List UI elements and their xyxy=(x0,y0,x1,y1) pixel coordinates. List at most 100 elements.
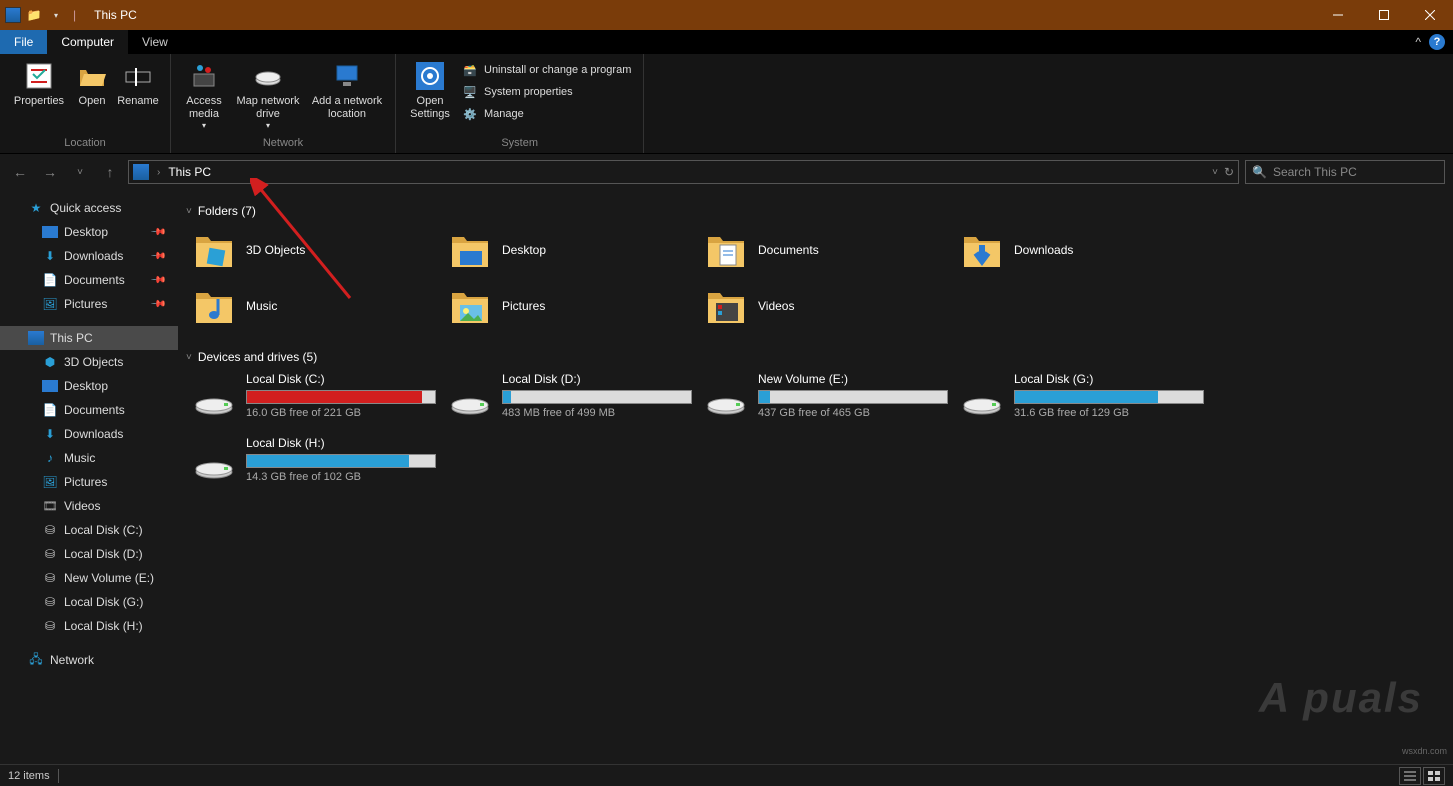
folder-item[interactable]: 3D Objects xyxy=(194,226,450,274)
add-network-location-button[interactable]: Add a network location xyxy=(307,58,387,123)
sidebar-item[interactable]: Desktop xyxy=(0,374,178,398)
this-pc-node[interactable]: This PC xyxy=(0,326,178,350)
open-button[interactable]: Open xyxy=(72,58,112,110)
details-view-button[interactable] xyxy=(1399,767,1421,785)
open-label: Open xyxy=(79,95,106,108)
drive-icon xyxy=(194,382,234,422)
media-icon xyxy=(188,60,220,92)
drive-usage-bar xyxy=(246,454,436,468)
drive-name: New Volume (E:) xyxy=(758,372,948,386)
rename-button[interactable]: Rename xyxy=(114,58,162,110)
drive-item[interactable]: New Volume (E:) 437 GB free of 465 GB xyxy=(706,372,962,428)
drive-item[interactable]: Local Disk (C:) 16.0 GB free of 221 GB xyxy=(194,372,450,428)
qat-dropdown-icon[interactable]: ▾ xyxy=(47,6,65,24)
maximize-button[interactable] xyxy=(1361,0,1407,30)
up-button[interactable]: ↑ xyxy=(98,160,122,184)
folders-group-header[interactable]: ˅Folders (7) xyxy=(182,200,1453,226)
folder-item[interactable]: Downloads xyxy=(962,226,1218,274)
sidebar-item[interactable]: ⛁Local Disk (H:) xyxy=(0,614,178,638)
sidebar-item[interactable]: 📄Documents📌 xyxy=(0,268,178,292)
file-menu[interactable]: File xyxy=(0,30,47,54)
folder-item[interactable]: Pictures xyxy=(450,282,706,330)
tree-label: Downloads xyxy=(64,249,123,263)
drive-item[interactable]: Local Disk (H:) 14.3 GB free of 102 GB xyxy=(194,436,450,492)
map-drive-icon xyxy=(252,60,284,92)
collapse-ribbon-icon[interactable]: ^ xyxy=(1415,35,1421,49)
computer-tab[interactable]: Computer xyxy=(47,30,128,54)
manage-icon: ⚙️ xyxy=(462,106,478,122)
tree-icon: ⛁ xyxy=(42,594,58,610)
open-settings-label: Open Settings xyxy=(406,95,454,121)
tree-icon: 🎞 xyxy=(42,498,58,514)
map-drive-button[interactable]: Map network drive▾ xyxy=(231,58,305,133)
drive-free-text: 14.3 GB free of 102 GB xyxy=(246,471,436,483)
tree-icon: ⛁ xyxy=(42,570,58,586)
sidebar-item[interactable]: ⛁ New Volume (E:) xyxy=(0,566,178,590)
forward-button[interactable]: → xyxy=(38,160,62,184)
folder-label: Documents xyxy=(758,243,819,257)
drive-icon xyxy=(194,446,234,486)
star-icon: ★ xyxy=(28,200,44,216)
back-button[interactable]: ← xyxy=(8,160,32,184)
sidebar-item[interactable]: Desktop📌 xyxy=(0,220,178,244)
thumbnails-view-button[interactable] xyxy=(1423,767,1445,785)
sidebar-item[interactable]: 🖼Pictures📌 xyxy=(0,292,178,316)
this-pc-label: This PC xyxy=(50,331,93,345)
folder-item[interactable]: Documents xyxy=(706,226,962,274)
sidebar-item[interactable]: ⛁Local Disk (G:) xyxy=(0,590,178,614)
quick-access-node[interactable]: ★Quick access xyxy=(0,196,178,220)
help-icon[interactable]: ? xyxy=(1429,34,1445,50)
address-bar[interactable]: › This PC ˅ ↻ xyxy=(128,160,1239,184)
folder-item[interactable]: Music xyxy=(194,282,450,330)
network-node[interactable]: 🖧Network xyxy=(0,648,178,672)
sidebar-item[interactable]: ⬢3D Objects xyxy=(0,350,178,374)
sidebar-item[interactable]: ♪Music xyxy=(0,446,178,470)
sidebar-item[interactable]: 🎞 Videos xyxy=(0,494,178,518)
uninstall-button[interactable]: 🗃️Uninstall or change a program xyxy=(458,60,635,80)
tree-label: New Volume (E:) xyxy=(64,571,154,585)
address-dropdown-icon[interactable]: ˅ xyxy=(1212,167,1218,178)
tree-icon: ⬇ xyxy=(42,248,58,264)
sidebar-item[interactable]: ⛁Local Disk (D:) xyxy=(0,542,178,566)
sidebar-item[interactable]: ⛁Local Disk (C:) xyxy=(0,518,178,542)
sidebar-item[interactable]: 📄Documents xyxy=(0,398,178,422)
close-button[interactable] xyxy=(1407,0,1453,30)
open-settings-button[interactable]: Open Settings xyxy=(404,58,456,123)
system-properties-button[interactable]: 🖥️System properties xyxy=(458,82,635,102)
source-watermark: wsxdn.com xyxy=(1402,746,1447,756)
drive-item[interactable]: Local Disk (D:) 483 MB free of 499 MB xyxy=(450,372,706,428)
tree-label: Videos xyxy=(64,499,100,513)
tree-label: 3D Objects xyxy=(64,355,123,369)
drive-usage-bar xyxy=(758,390,948,404)
drive-name: Local Disk (H:) xyxy=(246,436,436,450)
map-drive-label: Map network drive xyxy=(233,95,303,121)
tree-label: Pictures xyxy=(64,475,107,489)
drives-group-header[interactable]: ˅Devices and drives (5) xyxy=(182,346,1453,372)
search-box[interactable]: 🔍 xyxy=(1245,160,1445,184)
folder-icon xyxy=(706,287,746,325)
recent-locations-button[interactable]: ˅ xyxy=(68,160,92,184)
drive-free-text: 31.6 GB free of 129 GB xyxy=(1014,407,1204,419)
drive-item[interactable]: Local Disk (G:) 31.6 GB free of 129 GB xyxy=(962,372,1218,428)
title-bar: 📁 ▾ | This PC xyxy=(0,0,1453,30)
search-input[interactable] xyxy=(1273,165,1438,179)
minimize-button[interactable] xyxy=(1315,0,1361,30)
sidebar-item[interactable]: ⬇Downloads xyxy=(0,422,178,446)
network-icon: 🖧 xyxy=(28,652,44,668)
main-area: ★Quick access Desktop📌⬇Downloads📌📄Docume… xyxy=(0,190,1453,764)
view-tab[interactable]: View xyxy=(128,30,182,54)
sidebar-item[interactable]: ⬇Downloads📌 xyxy=(0,244,178,268)
folder-item[interactable]: Videos xyxy=(706,282,962,330)
tree-icon: ⬇ xyxy=(42,426,58,442)
folder-item[interactable]: Desktop xyxy=(450,226,706,274)
refresh-button[interactable]: ↻ xyxy=(1224,165,1234,179)
uninstall-icon: 🗃️ xyxy=(462,62,478,78)
properties-button[interactable]: Properties xyxy=(8,58,70,110)
manage-button[interactable]: ⚙️Manage xyxy=(458,104,635,124)
folder-label: Desktop xyxy=(502,243,546,257)
folder-label: Videos xyxy=(758,299,794,313)
qat-folder-icon[interactable]: 📁 xyxy=(25,6,43,24)
access-media-button[interactable]: Access media▾ xyxy=(179,58,229,133)
sidebar-item[interactable]: 🖼Pictures xyxy=(0,470,178,494)
breadcrumb[interactable]: This PC xyxy=(168,165,211,179)
